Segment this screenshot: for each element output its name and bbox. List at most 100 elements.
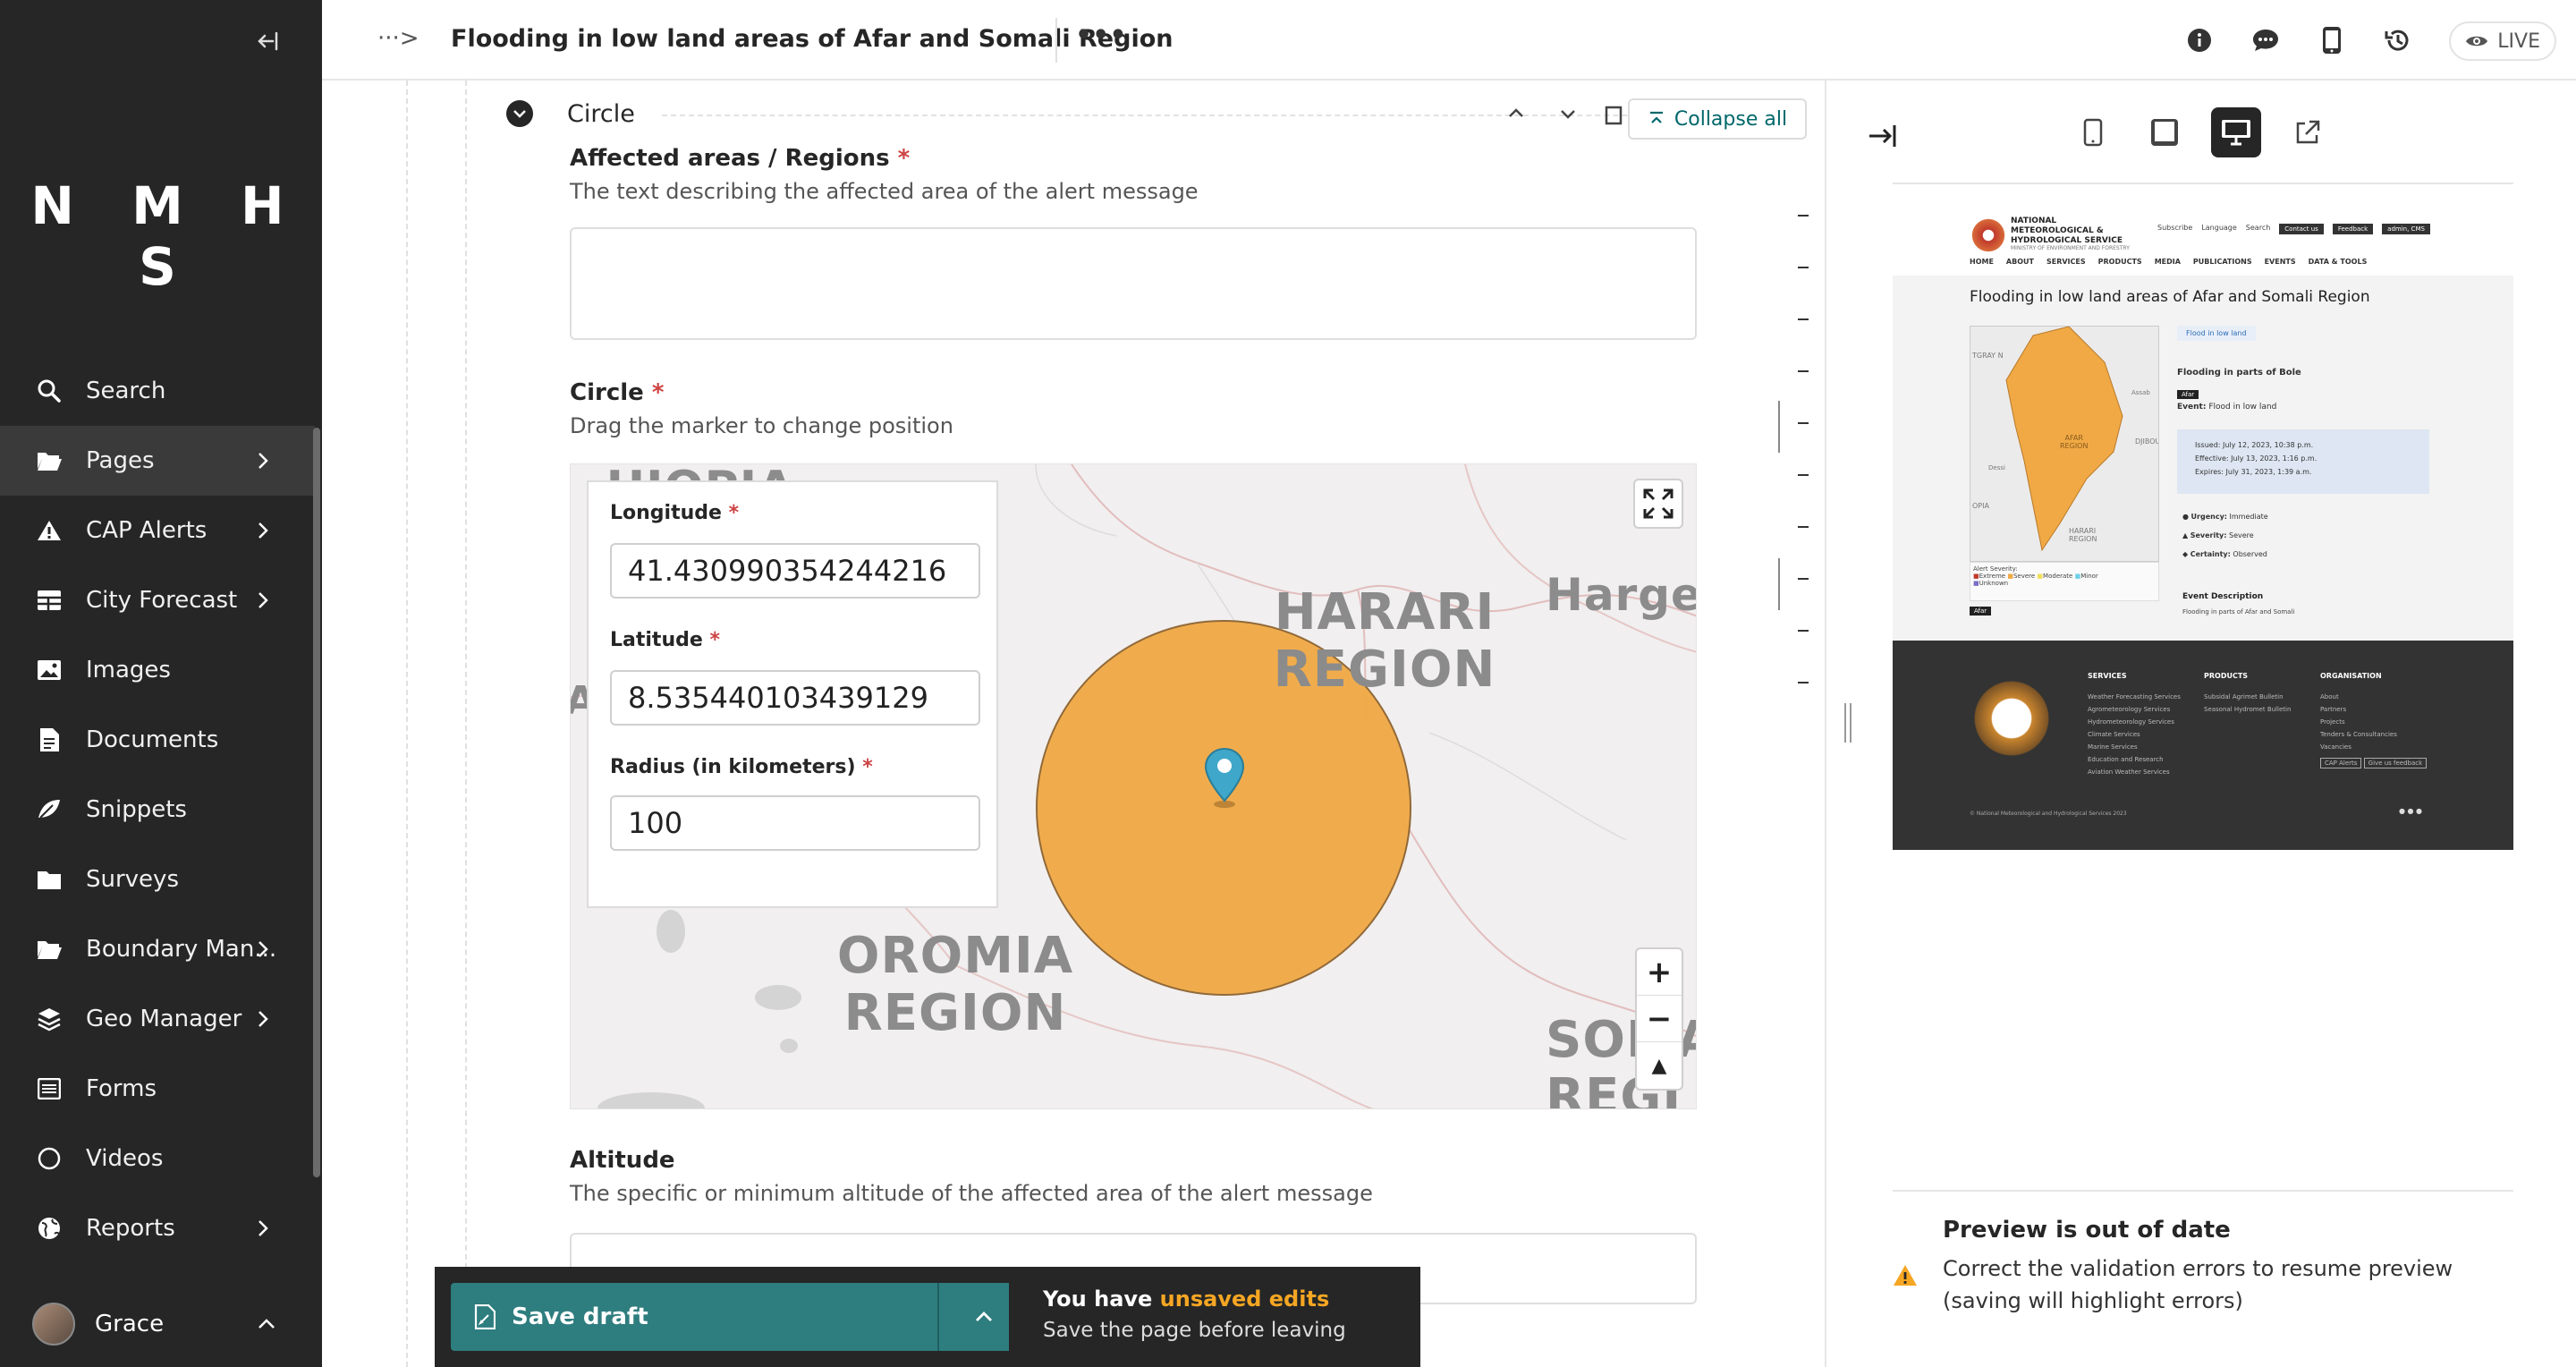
panel-resize-handle[interactable] — [1844, 703, 1852, 743]
save-draft-button[interactable]: Save draft — [451, 1283, 962, 1351]
site-logo-icon — [1970, 217, 2007, 254]
footer-button: CAP Alerts — [2320, 758, 2362, 768]
altitude-help: The specific or minimum altitude of the … — [570, 1181, 1373, 1206]
zoom-out-button[interactable]: − — [1637, 996, 1682, 1042]
collapse-sidebar-button[interactable] — [252, 25, 284, 57]
minimap-tick[interactable] — [1798, 526, 1809, 528]
sidebar-item-videos[interactable]: Videos — [0, 1124, 315, 1193]
sidebar-item-search[interactable]: Search — [0, 356, 315, 426]
divider — [937, 1283, 939, 1351]
map-marker-icon[interactable] — [1202, 747, 1247, 810]
minimap-tick[interactable] — [1798, 682, 1809, 684]
site-logo[interactable]: N M H S — [0, 175, 322, 297]
layers-icon — [36, 1006, 63, 1032]
social-icons: ● ● ● — [2399, 807, 2423, 815]
live-status-badge[interactable]: LIVE — [2449, 21, 2556, 61]
open-preview-new-tab-button[interactable] — [2283, 107, 2333, 157]
minimap-tick[interactable] — [1798, 578, 1809, 580]
preview-button: Contact us — [2279, 224, 2324, 234]
search-icon — [36, 378, 63, 404]
preview-nav-item: ABOUT — [2005, 258, 2034, 266]
document-icon — [36, 726, 63, 753]
header-actions — [2182, 23, 2415, 57]
warning-icon — [1894, 1265, 1917, 1286]
external-link-icon — [2296, 120, 2320, 144]
sidebar-item-forms[interactable]: Forms — [0, 1054, 315, 1124]
legend-item: Extreme — [1979, 573, 2006, 580]
minimap-tick[interactable] — [1798, 630, 1809, 632]
sidebar-item-surveys[interactable]: Surveys — [0, 845, 315, 914]
preview-tablet-button[interactable] — [2140, 107, 2190, 157]
device-switcher — [2068, 107, 2333, 157]
avatar — [32, 1303, 75, 1346]
sidebar-item-geo-manager[interactable]: Geo Manager — [0, 984, 315, 1054]
info-icon[interactable] — [2182, 23, 2216, 57]
footer-copyright: © National Meteorological and Hydrologic… — [1970, 811, 2127, 817]
divider — [1055, 18, 1057, 63]
legend-title: Alert Severity: — [1973, 565, 2018, 573]
sidebar-item-pages[interactable]: Pages — [0, 426, 315, 496]
sidebar-item-boundary-manager[interactable]: Boundary Man... — [0, 914, 315, 984]
preview-nav-item: PUBLICATIONS — [2192, 258, 2252, 266]
affected-areas-label-text: Affected areas / Regions — [570, 145, 890, 172]
history-icon[interactable] — [2381, 23, 2415, 57]
map-label-harari: HARARI REGION — [1273, 583, 1496, 700]
fullscreen-button[interactable] — [1633, 479, 1683, 529]
preview-desktop-button[interactable] — [2211, 107, 2261, 157]
account-menu[interactable]: Grace — [0, 1288, 315, 1360]
chevron-up-icon — [258, 1319, 275, 1329]
footer-link: Education and Research — [2088, 756, 2164, 763]
issued-time: Issued: July 12, 2023, 10:38 p.m. — [2195, 441, 2314, 449]
circle-map[interactable]: HIOPIA A HARARI REGION Hargei OROMIA REG… — [570, 463, 1697, 1109]
duplicate-icon[interactable] — [1601, 100, 1631, 131]
sidebar-item-reports[interactable]: Reports — [0, 1193, 315, 1263]
collapse-all-button[interactable]: Collapse all — [1628, 98, 1807, 140]
preview-nav-item: MEDIA — [2154, 258, 2181, 266]
unsaved-edits-message: You have unsaved edits — [1043, 1286, 1329, 1312]
folder-open-icon — [36, 936, 63, 963]
move-down-icon[interactable] — [1553, 98, 1583, 129]
move-up-icon[interactable] — [1501, 98, 1531, 129]
sidebar-scrollbar[interactable] — [313, 428, 320, 1177]
sidebar-item-cap-alerts[interactable]: CAP Alerts — [0, 496, 315, 565]
chevron-up-icon — [976, 1312, 992, 1321]
preview-top-links: Subscribe Language Search Contact us Fee… — [2157, 224, 2430, 234]
footer-button: Give us feedback — [2363, 758, 2428, 768]
minimap-tick[interactable] — [1798, 318, 1809, 320]
sidebar-item-snippets[interactable]: Snippets — [0, 775, 315, 845]
sidebar-item-city-forecast[interactable]: City Forecast — [0, 565, 315, 635]
section-toggle-button[interactable] — [506, 100, 533, 127]
required-marker: * — [709, 629, 720, 651]
sidebar-item-documents[interactable]: Documents — [0, 705, 315, 775]
mobile-preview-icon[interactable] — [2315, 23, 2349, 57]
more-save-actions-button[interactable] — [959, 1283, 1009, 1351]
minimap-tick[interactable] — [1798, 422, 1809, 424]
reset-north-button[interactable]: ▲ — [1637, 1042, 1682, 1089]
comments-icon[interactable] — [2249, 23, 2283, 57]
eye-icon — [2466, 36, 2488, 47]
map-label-oromia: OROMIA REGION — [836, 927, 1074, 1043]
mobile-icon — [2083, 118, 2103, 147]
minimap-tick[interactable] — [1798, 267, 1809, 268]
affected-areas-textarea[interactable] — [570, 227, 1697, 340]
zoom-in-button[interactable]: + — [1637, 949, 1682, 996]
preview-mobile-button[interactable] — [2068, 107, 2118, 157]
minimap-tick[interactable] — [1798, 370, 1809, 372]
section-title[interactable]: Circle — [567, 100, 635, 128]
minimap-tick[interactable] — [1798, 215, 1809, 217]
close-preview-icon[interactable] — [1864, 118, 1900, 154]
preview-alert-times: Issued: July 12, 2023, 10:38 p.m. Effect… — [2177, 429, 2429, 494]
longitude-input[interactable]: 41.430990354244216 — [610, 543, 980, 599]
breadcrumb-toggle[interactable]: ···> — [377, 25, 419, 52]
radius-input[interactable]: 100 — [610, 795, 980, 851]
sidebar-item-label: Snippets — [86, 796, 187, 823]
preview-frame[interactable]: NATIONAL METEOROLOGICAL & HYDROLOGICAL S… — [1893, 202, 2513, 850]
more-actions-button[interactable]: ••• — [1075, 20, 1127, 51]
preview-nav-item: PRODUCTS — [2097, 258, 2142, 266]
legend-item: Unknown — [1979, 580, 2009, 587]
footer-link: Projects — [2320, 718, 2345, 726]
preview-nav: HOME ABOUT SERVICES PRODUCTS MEDIA PUBLI… — [1970, 258, 2367, 266]
minimap-tick[interactable] — [1798, 474, 1809, 476]
sidebar-item-images[interactable]: Images — [0, 635, 315, 705]
latitude-input[interactable]: 8.535440103439129 — [610, 670, 980, 726]
